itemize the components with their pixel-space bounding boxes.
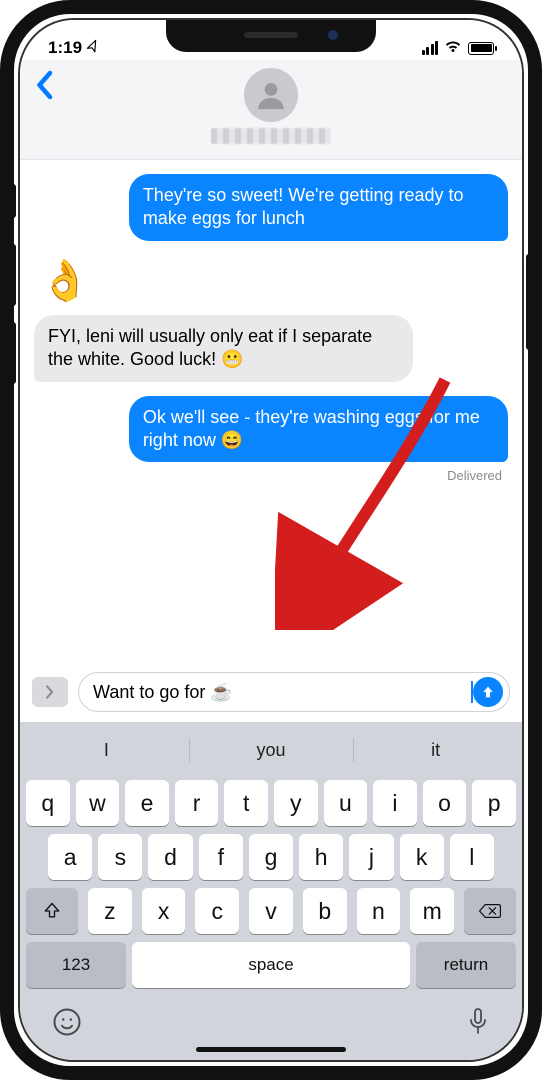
key-row-3: z x c v b n m (26, 888, 516, 934)
battery-icon (468, 42, 494, 55)
message-outgoing[interactable]: They're so sweet! We're getting ready to… (34, 174, 508, 241)
shift-key[interactable] (26, 888, 78, 934)
message-bubble: They're so sweet! We're getting ready to… (129, 174, 508, 241)
home-indicator[interactable] (196, 1047, 346, 1052)
suggestion[interactable]: I (24, 728, 189, 772)
key-k[interactable]: k (400, 834, 444, 880)
volume-down-button (10, 322, 16, 384)
suggestion-bar: I you it (24, 728, 518, 772)
key-v[interactable]: v (249, 888, 293, 934)
message-incoming[interactable]: FYI, leni will usually only eat if I sep… (34, 315, 508, 382)
key-j[interactable]: j (349, 834, 393, 880)
suggestion[interactable]: it (353, 728, 518, 772)
key-t[interactable]: t (224, 780, 268, 826)
power-button (526, 254, 532, 350)
key-z[interactable]: z (88, 888, 132, 934)
key-x[interactable]: x (142, 888, 186, 934)
key-i[interactable]: i (373, 780, 417, 826)
suggestion[interactable]: you (189, 728, 354, 772)
numbers-key[interactable]: 123 (26, 942, 126, 988)
back-button[interactable] (34, 70, 54, 105)
tapback-reaction[interactable]: 👌 (34, 255, 508, 301)
message-bubble: FYI, leni will usually only eat if I sep… (34, 315, 413, 382)
compose-row: Want to go for ☕️ (20, 664, 522, 722)
delivered-label: Delivered (447, 468, 508, 483)
volume-up-button (10, 244, 16, 306)
message-outgoing[interactable]: Ok we'll see - they're washing eggs for … (34, 396, 508, 463)
key-w[interactable]: w (76, 780, 120, 826)
contact-name-redacted (211, 128, 331, 144)
status-time: 1:19 (48, 38, 82, 58)
conversation-header (20, 60, 522, 160)
key-row-1: q w e r t y u i o p (26, 780, 516, 826)
key-p[interactable]: p (472, 780, 516, 826)
app-drawer-button[interactable] (32, 677, 68, 707)
message-input[interactable]: Want to go for ☕️ (78, 672, 510, 712)
contact-info[interactable] (211, 68, 331, 144)
key-f[interactable]: f (199, 834, 243, 880)
key-g[interactable]: g (249, 834, 293, 880)
cell-signal-icon (422, 41, 439, 55)
avatar (244, 68, 298, 122)
key-c[interactable]: c (195, 888, 239, 934)
key-m[interactable]: m (410, 888, 454, 934)
ok-hand-emoji: 👌 (40, 261, 90, 301)
key-r[interactable]: r (175, 780, 219, 826)
key-u[interactable]: u (324, 780, 368, 826)
emoji-keyboard-icon[interactable] (52, 1007, 82, 1042)
location-icon (84, 38, 103, 59)
message-list[interactable]: They're so sweet! We're getting ready to… (20, 160, 522, 664)
key-b[interactable]: b (303, 888, 347, 934)
wifi-icon (444, 38, 462, 58)
delete-key[interactable] (464, 888, 516, 934)
key-row-4: 123 space return (26, 942, 516, 988)
key-row-2: a s d f g h j k l (26, 834, 516, 880)
space-key[interactable]: space (132, 942, 410, 988)
dictation-icon[interactable] (466, 1007, 490, 1042)
message-bubble: Ok we'll see - they're washing eggs for … (129, 396, 508, 463)
key-a[interactable]: a (48, 834, 92, 880)
key-s[interactable]: s (98, 834, 142, 880)
key-n[interactable]: n (357, 888, 401, 934)
side-button (10, 184, 16, 218)
phone-frame: 1:19 (0, 0, 542, 1080)
notch (166, 20, 376, 52)
key-q[interactable]: q (26, 780, 70, 826)
keyboard: I you it q w e r t y u i o p a (20, 722, 522, 1060)
key-h[interactable]: h (299, 834, 343, 880)
key-e[interactable]: e (125, 780, 169, 826)
send-button[interactable] (473, 677, 503, 707)
key-l[interactable]: l (450, 834, 494, 880)
key-o[interactable]: o (423, 780, 467, 826)
key-y[interactable]: y (274, 780, 318, 826)
key-d[interactable]: d (148, 834, 192, 880)
message-input-text: Want to go for ☕️ (93, 682, 466, 703)
return-key[interactable]: return (416, 942, 516, 988)
